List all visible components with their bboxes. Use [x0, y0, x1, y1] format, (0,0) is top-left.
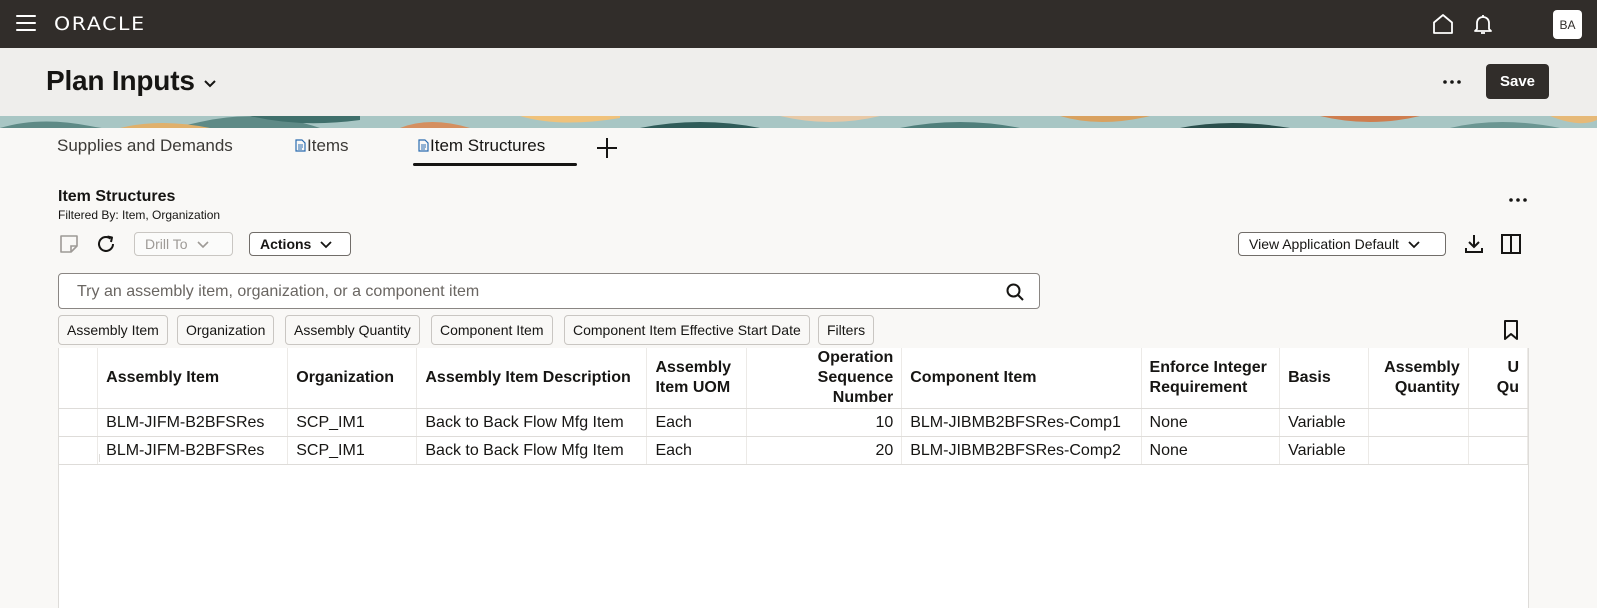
refresh-icon[interactable] [95, 233, 117, 255]
download-icon[interactable] [1463, 233, 1485, 255]
more-actions-icon[interactable] [1440, 70, 1464, 94]
cell-basis: Variable [1279, 408, 1370, 437]
drill-to-button[interactable]: Drill To [134, 232, 233, 256]
cell-assembly-quantity [1368, 408, 1469, 437]
chip-assembly-item[interactable]: Assembly Item [58, 315, 168, 345]
column-header-operation-sequence-number[interactable]: Operation Sequence Number [746, 348, 903, 409]
decorative-banner [0, 116, 1597, 128]
row-selector-header [59, 348, 99, 409]
column-header-organization[interactable]: Organization [287, 348, 418, 409]
cell-organization: SCP_IM1 [287, 436, 418, 465]
cell-basis: Variable [1279, 436, 1370, 465]
search-icon[interactable] [1005, 282, 1025, 302]
view-selector-button[interactable]: View Application Default [1238, 232, 1446, 256]
tab-items[interactable]: Items [295, 136, 349, 166]
tab-label: Items [307, 136, 349, 155]
column-header-assembly-item[interactable]: Assembly Item [97, 348, 289, 409]
menu-icon[interactable] [16, 15, 36, 33]
cell-component-item: BLM-JIBMB2BFSRes-Comp1 [901, 408, 1142, 437]
table-row[interactable]: BLM-JIFM-B2BFSRes SCP_IM1 Back to Back F… [59, 436, 1528, 465]
document-icon [295, 139, 306, 152]
chip-component-item[interactable]: Component Item [431, 315, 553, 345]
document-icon [418, 139, 429, 152]
chevron-down-icon [196, 241, 209, 249]
column-header-truncated[interactable]: U Qu [1468, 348, 1528, 409]
column-header-assembly-quantity[interactable]: Assembly Quantity [1368, 348, 1469, 409]
cell-assembly-item: BLM-JIFM-B2BFSRes [97, 408, 289, 437]
section-title: Item Structures [58, 188, 176, 205]
cell-operation-sequence: 20 [746, 436, 903, 465]
drill-to-label: Drill To [145, 236, 188, 252]
cell-organization: SCP_IM1 [287, 408, 418, 437]
cell-assembly-item: BLM-JIFM-B2BFSRes [97, 436, 289, 465]
cell-assembly-quantity [1368, 436, 1469, 465]
view-label: View Application Default [1249, 236, 1399, 252]
chip-organization[interactable]: Organization [177, 315, 275, 345]
cell-description: Back to Back Flow Mfg Item [416, 436, 648, 465]
chevron-down-icon[interactable] [202, 76, 218, 92]
table-header-row: Assembly Item Organization Assembly Item… [59, 348, 1528, 409]
tab-label: Supplies and Demands [57, 136, 233, 155]
chevron-down-icon [1408, 241, 1420, 249]
cell-enforce-integer: None [1141, 436, 1281, 465]
save-button[interactable]: Save [1486, 64, 1549, 99]
bookmark-icon[interactable] [1500, 319, 1522, 341]
row-selector-column-stub [99, 454, 100, 462]
cell-truncated [1468, 436, 1528, 465]
oracle-logo[interactable]: ORACLE [54, 13, 146, 35]
search-bar [58, 273, 1040, 309]
more-actions-icon[interactable] [1506, 188, 1530, 212]
actions-label: Actions [260, 236, 312, 252]
content-area: Supplies and Demands Items Item Structur… [0, 128, 1597, 608]
cell-uom: Each [646, 408, 748, 437]
home-icon[interactable] [1431, 12, 1455, 36]
tab-item-structures[interactable]: Item Structures [418, 136, 545, 166]
note-icon[interactable] [58, 233, 80, 255]
search-input[interactable] [75, 281, 955, 303]
active-tab-indicator [413, 163, 577, 166]
tab-label: Item Structures [430, 136, 546, 155]
column-header-component-item[interactable]: Component Item [901, 348, 1142, 409]
item-structures-table: Assembly Item Organization Assembly Item… [58, 348, 1529, 608]
row-selector[interactable] [59, 408, 99, 437]
tab-supplies-and-demands[interactable]: Supplies and Demands [57, 136, 233, 166]
chip-component-effective-start-date[interactable]: Component Item Effective Start Date [564, 315, 810, 345]
column-header-enforce-integer-requirement[interactable]: Enforce Integer Requirement [1141, 348, 1281, 409]
cell-enforce-integer: None [1141, 408, 1281, 437]
column-header-assembly-item-uom[interactable]: Assembly Item UOM [646, 348, 748, 409]
cell-truncated [1468, 408, 1528, 437]
column-header-assembly-item-description[interactable]: Assembly Item Description [416, 348, 648, 409]
bell-icon[interactable] [1471, 12, 1495, 36]
page-title: Plan Inputs [46, 65, 195, 96]
cell-operation-sequence: 10 [746, 408, 903, 437]
column-header-basis[interactable]: Basis [1279, 348, 1370, 409]
row-selector[interactable] [59, 436, 99, 465]
plus-icon[interactable] [596, 137, 618, 159]
cell-component-item: BLM-JIBMB2BFSRes-Comp2 [901, 436, 1142, 465]
chevron-down-icon [320, 241, 332, 249]
cell-description: Back to Back Flow Mfg Item [416, 408, 648, 437]
chip-assembly-quantity[interactable]: Assembly Quantity [285, 315, 420, 345]
filter-summary: Filtered By: Item, Organization [58, 208, 221, 222]
chip-filters[interactable]: Filters [818, 315, 875, 345]
page-header: Plan Inputs Save [0, 48, 1597, 116]
cell-uom: Each [646, 436, 748, 465]
user-avatar[interactable]: BA [1553, 10, 1582, 39]
actions-button[interactable]: Actions [249, 232, 351, 256]
columns-icon[interactable] [1500, 233, 1522, 255]
table-row[interactable]: BLM-JIFM-B2BFSRes SCP_IM1 Back to Back F… [59, 408, 1528, 437]
global-header: ORACLE BA [0, 0, 1597, 48]
